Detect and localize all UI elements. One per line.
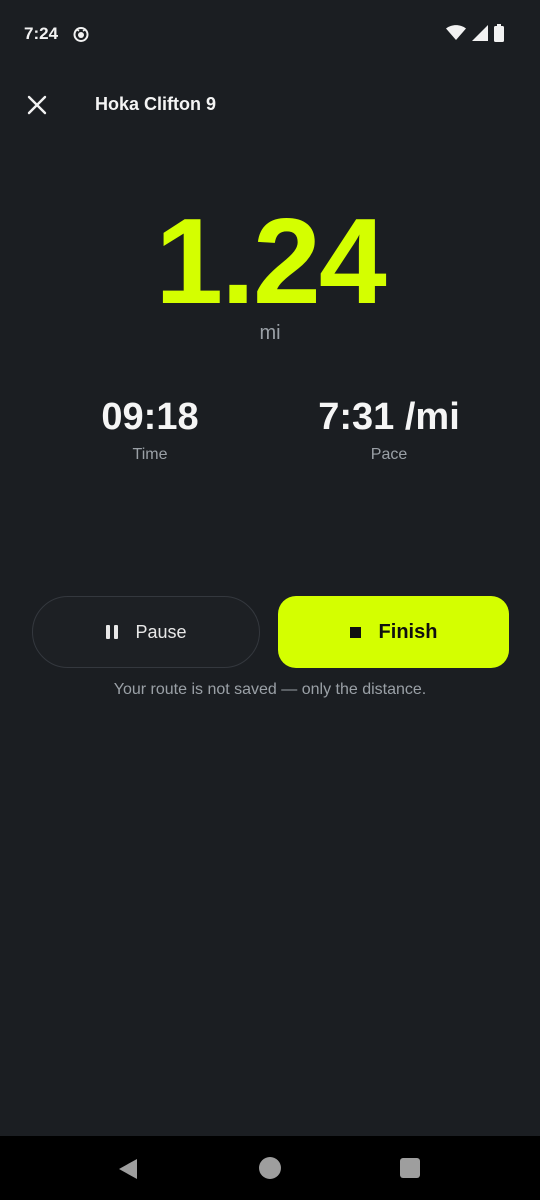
time-value: 09:18 [101, 396, 199, 438]
pause-button[interactable]: Pause [32, 596, 260, 668]
back-icon[interactable] [117, 1158, 139, 1180]
close-icon [27, 95, 47, 115]
pause-label: Pause [135, 621, 187, 642]
status-bar: 7:24 [0, 0, 540, 70]
status-icons [446, 24, 504, 42]
distance-value: 1.24 [155, 193, 386, 329]
time-label: Time [132, 446, 168, 463]
route-not-saved-note: Your route is not saved — only the dista… [113, 681, 427, 698]
distance-unit: mi [259, 322, 281, 344]
recents-icon[interactable] [400, 1158, 420, 1178]
pace-label: Pace [370, 446, 408, 463]
app-notification-icon [73, 27, 89, 42]
cellular-icon [472, 25, 488, 41]
close-button[interactable] [22, 90, 52, 120]
pace-value: 7:31 /mi [318, 396, 460, 438]
finish-label: Finish [378, 620, 438, 643]
shoe-title: Hoka Clifton 9 [95, 94, 217, 114]
status-time: 7:24 [24, 24, 59, 43]
finish-button[interactable]: Finish [278, 596, 509, 668]
system-nav-bar [0, 1136, 540, 1200]
battery-icon [494, 24, 504, 42]
wifi-icon [446, 25, 466, 40]
pause-icon [106, 625, 119, 639]
time-stat: 09:18 Time [50, 394, 250, 464]
pace-stat: 7:31 /mi Pace [289, 394, 489, 464]
stop-icon [349, 626, 361, 638]
home-icon[interactable] [259, 1157, 281, 1179]
run-tracking-screen: 7:24 Hoka Clifton 9 1.24 mi 09:18 Time 7… [0, 0, 540, 1200]
